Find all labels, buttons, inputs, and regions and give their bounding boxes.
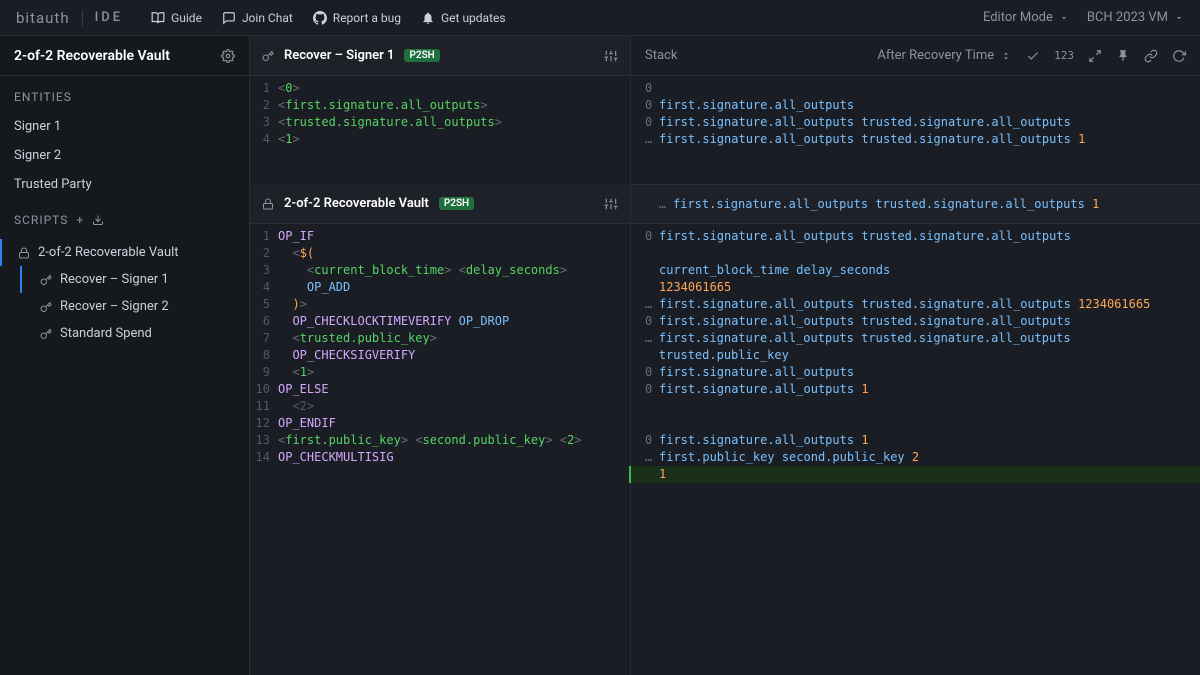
pane1-settings[interactable]	[604, 49, 618, 63]
p2sh-badge: P2SH	[404, 49, 439, 62]
key-icon	[262, 50, 274, 62]
script-child-item[interactable]: Recover – Signer 2	[0, 293, 249, 320]
sort-icon	[1000, 50, 1012, 62]
sidebar: 2-of-2 Recoverable Vault ENTITIES Signer…	[0, 36, 250, 675]
template-title-row: 2-of-2 Recoverable Vault	[0, 36, 249, 76]
entity-item[interactable]: Signer 2	[0, 141, 249, 170]
bug-label: Report a bug	[333, 11, 401, 25]
chat-link[interactable]: Join Chat	[222, 11, 293, 25]
stack-body-lock: 0first.signature.all_outputs trusted.sig…	[631, 224, 1200, 675]
header-links: Guide Join Chat Report a bug Get updates	[151, 11, 505, 25]
editor-mode-select[interactable]: Editor Mode	[983, 10, 1069, 25]
check-icon[interactable]	[1026, 49, 1040, 63]
guide-link[interactable]: Guide	[151, 11, 202, 25]
updates-link[interactable]: Get updates	[421, 11, 506, 25]
pin-icon[interactable]	[1116, 49, 1130, 63]
locking-script-pane: 2-of-2 Recoverable Vault P2SH 1OP_IF2 <$…	[250, 184, 630, 675]
sliders-icon	[604, 49, 618, 63]
unlocking-script-pane: Recover – Signer 1 P2SH 1<0>2<first.sign…	[250, 36, 630, 184]
app-header: bitauth IDE Guide Join Chat Report a bug…	[0, 0, 1200, 36]
refresh-icon[interactable]	[1172, 49, 1186, 63]
vm-label: BCH 2023 VM	[1087, 10, 1168, 25]
vm-select[interactable]: BCH 2023 VM	[1087, 10, 1184, 25]
import-icon[interactable]	[92, 214, 104, 226]
bell-icon	[421, 11, 435, 25]
pane2-code[interactable]: 1OP_IF2 <$(3 <current_block_time> <delay…	[250, 224, 630, 675]
pane1-header: Recover – Signer 1 P2SH	[250, 36, 630, 76]
template-title: 2-of-2 Recoverable Vault	[14, 48, 170, 64]
script-child-item[interactable]: Standard Spend	[0, 320, 249, 347]
link-icon[interactable]	[1144, 49, 1158, 63]
scenario-label: After Recovery Time	[877, 48, 994, 63]
sliders-icon	[604, 197, 618, 211]
scripts-tree: 2-of-2 Recoverable VaultRecover – Signer…	[0, 235, 249, 351]
stack-header-right: After Recovery Time 123	[877, 48, 1186, 63]
chat-label: Join Chat	[242, 11, 293, 25]
expand-icon[interactable]	[1088, 49, 1102, 63]
product-name: IDE	[95, 10, 124, 25]
pane2-settings[interactable]	[604, 197, 618, 211]
chat-icon	[222, 11, 236, 25]
entity-item[interactable]: Signer 1	[0, 112, 249, 141]
pane1-code[interactable]: 1<0>2<first.signature.all_outputs>3<trus…	[250, 76, 630, 184]
chevron-down-icon	[1059, 13, 1069, 23]
scenario-select[interactable]: After Recovery Time	[877, 48, 1012, 63]
main-layout: 2-of-2 Recoverable Vault ENTITIES Signer…	[0, 36, 1200, 675]
stack-body-unlock: 00first.signature.all_outputs0first.sign…	[631, 76, 1200, 184]
bug-link[interactable]: Report a bug	[313, 11, 401, 25]
scripts-label: SCRIPTS	[14, 213, 68, 227]
script-child-item[interactable]: Recover – Signer 1	[0, 266, 249, 293]
lock-icon	[262, 198, 274, 210]
editor-mode-label: Editor Mode	[983, 10, 1053, 25]
stack-column: Stack After Recovery Time 123 00first.si…	[630, 36, 1200, 675]
logo-divider	[82, 10, 83, 26]
script-item[interactable]: 2-of-2 Recoverable Vault	[0, 239, 249, 266]
p2sh-badge: P2SH	[439, 197, 474, 210]
github-icon	[313, 11, 327, 25]
stack-separator: …first.signature.all_outputs trusted.sig…	[631, 184, 1200, 224]
header-right: Editor Mode BCH 2023 VM	[983, 10, 1184, 25]
entities-header: ENTITIES	[0, 76, 249, 112]
guide-label: Guide	[171, 11, 202, 25]
app-logo: bitauth IDE	[16, 9, 123, 27]
pane2-title: 2-of-2 Recoverable Vault	[284, 196, 429, 211]
editor-column: Recover – Signer 1 P2SH 1<0>2<first.sign…	[250, 36, 630, 675]
pane2-header: 2-of-2 Recoverable Vault P2SH	[250, 184, 630, 224]
gear-icon	[221, 49, 235, 63]
brand-name: bitauth	[16, 9, 70, 27]
chevron-down-icon	[1174, 13, 1184, 23]
stack-label: Stack	[645, 48, 677, 63]
scripts-header: SCRIPTS +	[0, 199, 249, 235]
book-icon	[151, 11, 165, 25]
entity-item[interactable]: Trusted Party	[0, 170, 249, 199]
entities-list: Signer 1Signer 2Trusted Party	[0, 112, 249, 199]
numeric-toggle[interactable]: 123	[1054, 49, 1074, 62]
stack-header: Stack After Recovery Time 123	[631, 36, 1200, 76]
pane1-title: Recover – Signer 1	[284, 48, 394, 63]
updates-label: Get updates	[441, 11, 506, 25]
template-settings-button[interactable]	[221, 49, 235, 63]
add-script-button[interactable]: +	[76, 213, 84, 227]
